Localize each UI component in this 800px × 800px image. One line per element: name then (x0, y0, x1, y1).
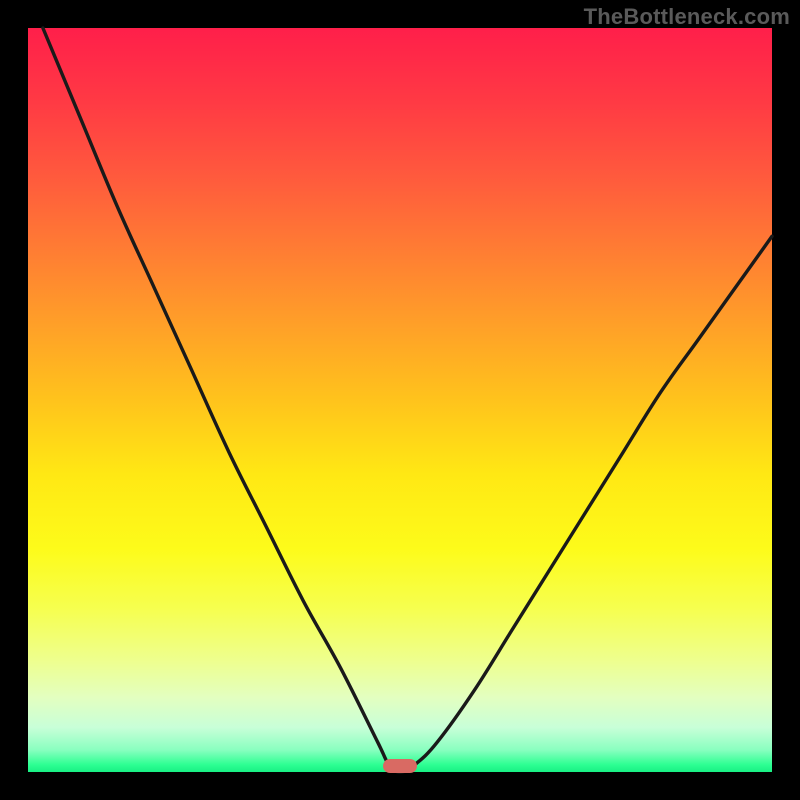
bottleneck-curve (28, 28, 772, 772)
minimum-marker (383, 759, 417, 773)
chart-frame: TheBottleneck.com (0, 0, 800, 800)
plot-area (28, 28, 772, 772)
curve-path (43, 28, 772, 772)
watermark-text: TheBottleneck.com (584, 4, 790, 30)
